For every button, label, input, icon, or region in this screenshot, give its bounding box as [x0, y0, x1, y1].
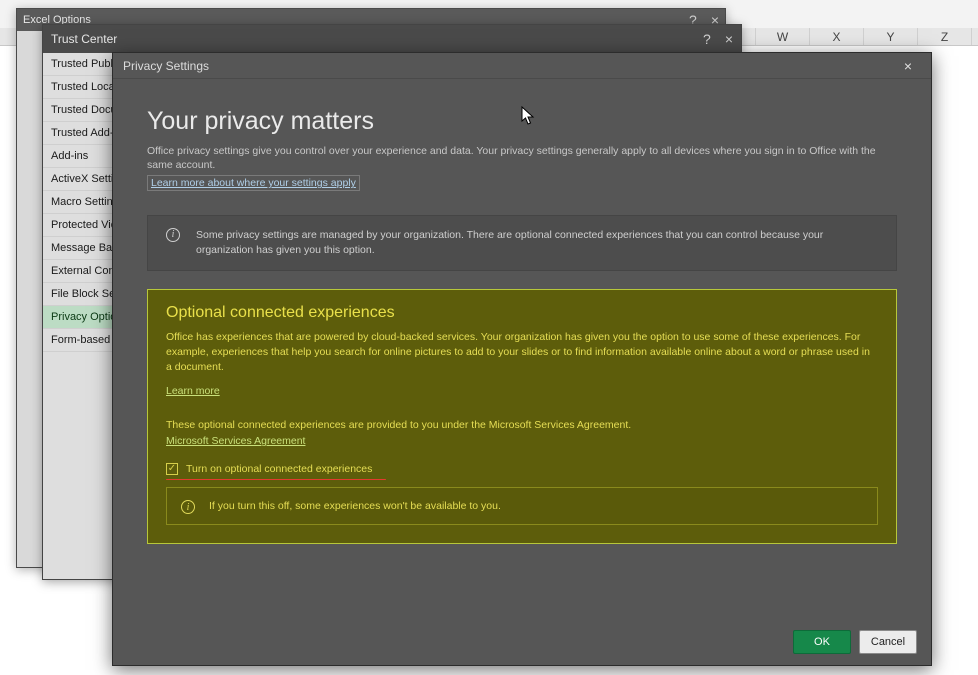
privacy-subtext: Office privacy settings give you control… — [147, 144, 897, 172]
annotation-underline — [166, 479, 386, 480]
col-header: X — [810, 28, 864, 45]
privacy-settings-dialog: Privacy Settings × Your privacy matters … — [112, 52, 932, 666]
col-header: Z — [918, 28, 972, 45]
msa-link[interactable]: Microsoft Services Agreement — [166, 435, 305, 447]
trust-center-titlebar: Trust Center ? × — [43, 25, 741, 53]
optional-title: Optional connected experiences — [166, 304, 878, 322]
learn-where-link[interactable]: Learn more about where your settings app… — [147, 175, 360, 191]
col-header: W — [756, 28, 810, 45]
ok-button[interactable]: OK — [793, 630, 851, 654]
optional-experiences-checkbox[interactable]: ✓ Turn on optional connected experiences — [166, 463, 878, 475]
turn-off-notice: i If you turn this off, some experiences… — [166, 487, 878, 525]
close-icon[interactable]: × — [895, 56, 921, 76]
cancel-button[interactable]: Cancel — [859, 630, 917, 654]
info-icon: i — [166, 228, 180, 242]
dialog-footer: OK Cancel — [113, 619, 931, 665]
close-icon[interactable]: × — [725, 31, 733, 47]
checkbox-icon[interactable]: ✓ — [166, 463, 178, 475]
help-icon[interactable]: ? — [703, 31, 711, 47]
privacy-title: Privacy Settings — [123, 59, 209, 73]
info-icon: i — [181, 500, 195, 514]
checkbox-label: Turn on optional connected experiences — [186, 463, 372, 475]
provided-under-text: These optional connected experiences are… — [166, 419, 878, 431]
org-managed-notice: i Some privacy settings are managed by y… — [147, 215, 897, 270]
optional-experiences-panel: Optional connected experiences Office ha… — [147, 289, 897, 545]
optional-body: Office has experiences that are powered … — [166, 330, 878, 376]
privacy-heading: Your privacy matters — [147, 107, 897, 136]
col-header: Y — [864, 28, 918, 45]
privacy-titlebar: Privacy Settings × — [113, 53, 931, 79]
turn-off-text: If you turn this off, some experiences w… — [209, 500, 501, 512]
trust-center-title: Trust Center — [51, 32, 117, 46]
learn-more-link[interactable]: Learn more — [166, 385, 220, 397]
org-notice-text: Some privacy settings are managed by you… — [196, 229, 823, 256]
